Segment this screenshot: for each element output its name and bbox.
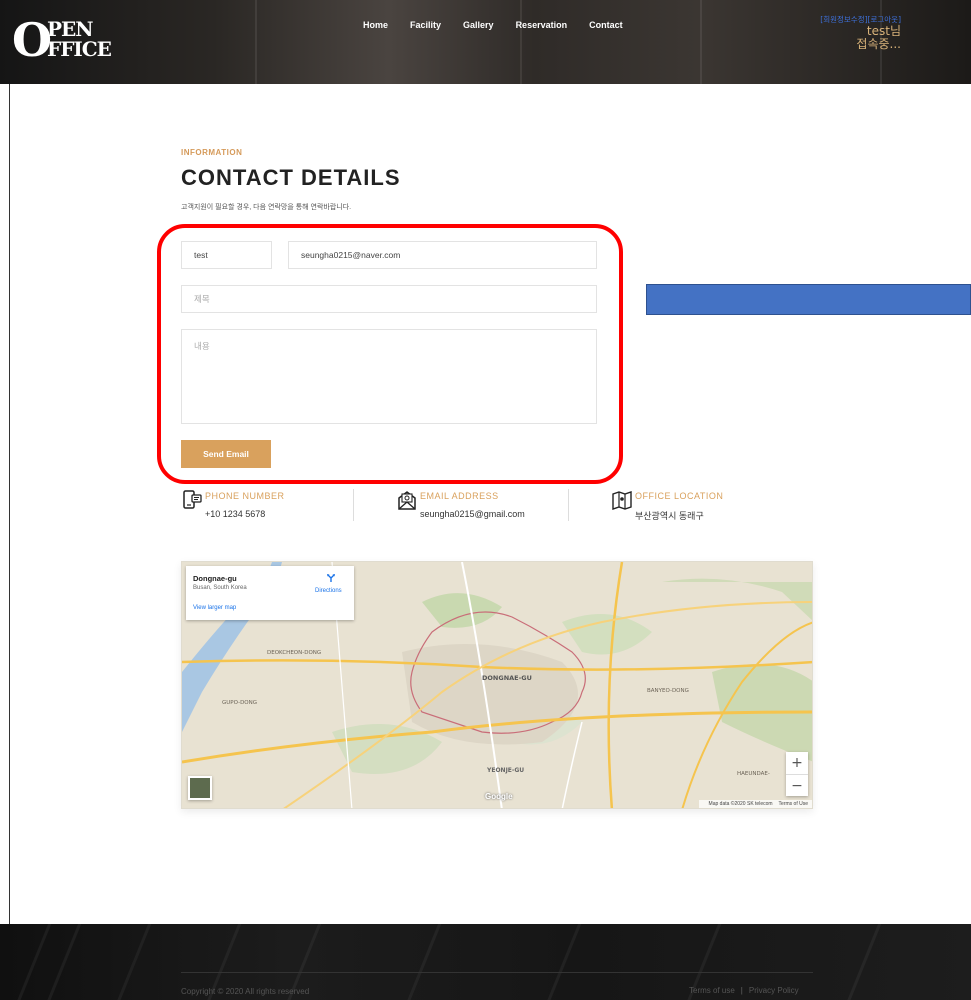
- zoom-in-button[interactable]: +: [786, 752, 808, 774]
- location-label: OFFICE LOCATION: [635, 491, 724, 501]
- map-data-text: Map data ©2020 SK telecom: [708, 801, 773, 807]
- map-label: HAEUNDAE-: [737, 771, 770, 777]
- footer-separator: |: [740, 986, 743, 995]
- nav-reservation[interactable]: Reservation: [516, 20, 568, 30]
- map-label: BANYEO-DONG: [647, 688, 689, 694]
- section-eyebrow: INFORMATION: [181, 148, 243, 157]
- email-label: EMAIL ADDRESS: [420, 491, 499, 501]
- location-value: 부산광역시 동래구: [635, 511, 704, 521]
- page-title: CONTACT DETAILS: [181, 165, 401, 190]
- nav-contact[interactable]: Contact: [589, 20, 623, 30]
- zoom-out-button[interactable]: −: [786, 774, 808, 796]
- email-info: EMAIL ADDRESS seungha0215@gmail.com: [396, 489, 566, 523]
- map-place-name: Dongnae-gu: [193, 574, 237, 583]
- user-status: 접속중...: [856, 37, 901, 51]
- google-logo: Google: [485, 792, 513, 801]
- map-label: GUPO-DONG: [222, 700, 258, 706]
- nav-home[interactable]: Home: [363, 20, 388, 30]
- location-info: OFFICE LOCATION 부산광역시 동래구: [611, 489, 781, 523]
- map-place-card: Dongnae-gu Busan, South Korea View large…: [186, 566, 354, 620]
- directions-link[interactable]: Directions: [315, 588, 342, 594]
- phone-label: PHONE NUMBER: [205, 491, 285, 501]
- map-place-region: Busan, South Korea: [193, 585, 247, 591]
- map-icon: [612, 491, 632, 510]
- edit-profile-link[interactable]: [회원정보수정]: [820, 15, 867, 24]
- user-panel: [회원정보수정][로그아웃] test님 접속중...: [820, 14, 901, 51]
- page-subtitle: 고객지원이 필요할 경우, 다음 연락망을 통해 연락바랍니다.: [181, 204, 352, 211]
- site-footer: Copyright © 2020 All rights reserved Ter…: [0, 924, 971, 1000]
- map-label: DEOKCHEON-DONG: [267, 650, 322, 656]
- nav-gallery[interactable]: Gallery: [463, 20, 494, 30]
- nav-facility[interactable]: Facility: [410, 20, 441, 30]
- view-larger-map-link[interactable]: View larger map: [193, 605, 236, 611]
- footer-links: Terms of use | Privacy Policy: [689, 986, 799, 995]
- logo-letter-o: O: [12, 13, 52, 67]
- map-zoom-controls: + −: [786, 752, 808, 796]
- footer-divider: [181, 972, 813, 973]
- directions-icon[interactable]: [326, 573, 336, 583]
- phone-value: +10 1234 5678: [205, 509, 266, 519]
- blue-overlay-bar: [646, 284, 971, 315]
- info-divider: [568, 489, 569, 521]
- info-divider: [353, 489, 354, 521]
- map-label: DONGNAE-GU: [482, 674, 532, 682]
- map-terms-link[interactable]: Terms of Use: [779, 801, 808, 807]
- logo-text-top: PEN: [47, 17, 94, 41]
- copyright-text: Copyright © 2020 All rights reserved: [181, 987, 310, 996]
- phone-info: PHONE NUMBER +10 1234 5678: [181, 489, 351, 523]
- logo-text-bottom: FFICE: [47, 37, 112, 61]
- privacy-policy-link[interactable]: Privacy Policy: [749, 986, 799, 995]
- envelope-icon: [398, 491, 416, 510]
- logout-link[interactable]: [로그아웃]: [868, 15, 901, 24]
- email-value: seungha0215@gmail.com: [420, 509, 525, 519]
- red-highlight-annotation: [157, 224, 623, 484]
- map-label: YEONJE-GU: [487, 767, 525, 774]
- embedded-map[interactable]: DEOKCHEON-DONG DONGNAE-GU GUPO-DONG BANY…: [181, 561, 813, 809]
- site-header: O PEN FFICE Home Facility Gallery Reserv…: [0, 0, 971, 84]
- phone-icon: [183, 490, 202, 509]
- page-left-border: [9, 84, 10, 924]
- main-nav: Home Facility Gallery Reservation Contac…: [363, 20, 645, 30]
- terms-of-use-link[interactable]: Terms of use: [689, 986, 735, 995]
- open-office-logo[interactable]: O PEN FFICE: [12, 16, 132, 64]
- satellite-toggle-button[interactable]: [188, 776, 212, 800]
- map-attribution: Map data ©2020 SK telecom Terms of Use: [698, 800, 812, 808]
